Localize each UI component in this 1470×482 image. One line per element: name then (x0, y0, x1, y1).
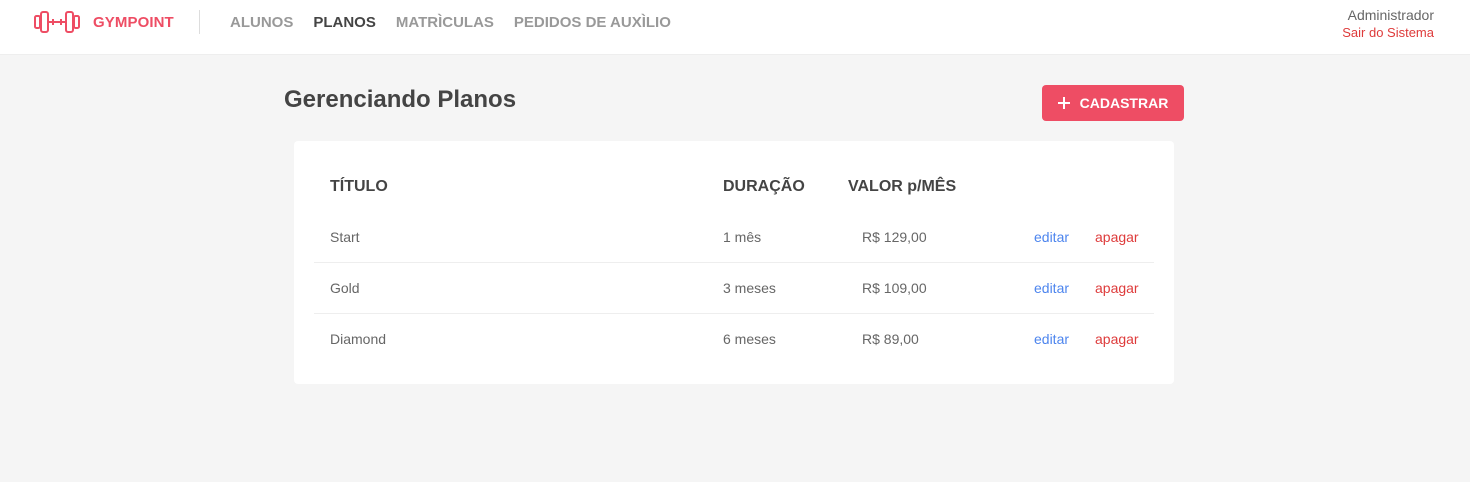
nav-item-planos[interactable]: PLANOS (313, 14, 376, 31)
nav-item-matriculas[interactable]: MATRÌCULAS (396, 14, 494, 31)
plan-title: Gold (330, 280, 360, 296)
page-title: Gerenciando Planos (284, 86, 517, 113)
user-profile: Administrador Sair do Sistema (1342, 7, 1434, 42)
table-row: Diamond 6 meses R$ 89,00 editar apagar (314, 314, 1154, 365)
edit-link[interactable]: editar (1034, 280, 1069, 296)
edit-link[interactable]: editar (1034, 331, 1069, 347)
add-plan-button[interactable]: CADASTRAR (1042, 85, 1184, 121)
plan-price: R$ 109,00 (862, 280, 927, 296)
column-header-duration: DURAÇÃO (723, 178, 805, 195)
plans-table: TÍTULO DURAÇÃO VALOR p/MÊS Start 1 mês R… (294, 141, 1174, 384)
plan-price: R$ 89,00 (862, 331, 919, 347)
edit-link[interactable]: editar (1034, 229, 1069, 245)
plan-title: Diamond (330, 331, 387, 347)
nav-item-alunos[interactable]: ALUNOS (230, 14, 293, 31)
column-header-title: TÍTULO (330, 178, 388, 195)
plan-title: Start (330, 229, 360, 245)
header-divider (199, 10, 200, 34)
brand-name: GYMPOINT (93, 13, 174, 31)
delete-link[interactable]: apagar (1095, 229, 1139, 245)
add-plan-label: CADASTRAR (1079, 95, 1169, 111)
plan-duration: 3 meses (723, 280, 776, 296)
nav-item-pedidos-de-auxilio[interactable]: PEDIDOS DE AUXÌLIO (514, 14, 671, 31)
column-header-price: VALOR p/MÊS (848, 178, 957, 195)
brand-logo[interactable]: GYMPOINT (34, 10, 174, 34)
table-row: Gold 3 meses R$ 109,00 editar apagar (314, 263, 1154, 314)
user-name: Administrador (1347, 7, 1434, 23)
top-navbar: GYMPOINT ALUNOS PLANOS MATRÌCULAS PEDIDO… (0, 0, 1470, 55)
plus-icon (1057, 97, 1070, 109)
dumbbell-icon (34, 11, 80, 33)
main-nav: ALUNOS PLANOS MATRÌCULAS PEDIDOS DE AUXÌ… (230, 14, 691, 31)
delete-link[interactable]: apagar (1095, 280, 1139, 296)
table-row: Start 1 mês R$ 129,00 editar apagar (314, 212, 1154, 263)
plan-duration: 1 mês (723, 229, 762, 245)
plan-price: R$ 129,00 (862, 229, 927, 245)
delete-link[interactable]: apagar (1095, 331, 1139, 347)
logout-link[interactable]: Sair do Sistema (1342, 24, 1434, 42)
plan-duration: 6 meses (723, 331, 776, 347)
